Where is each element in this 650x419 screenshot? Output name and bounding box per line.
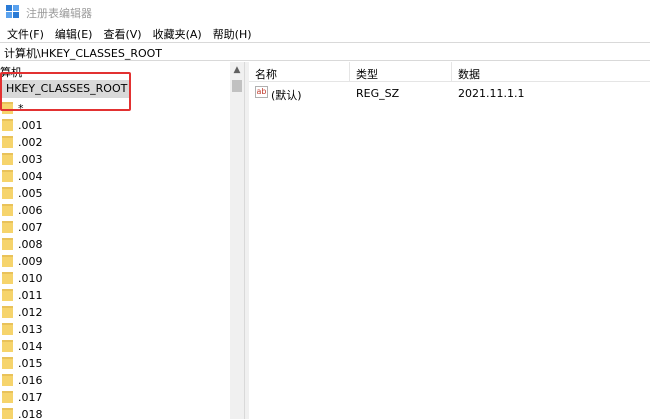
scroll-up-icon[interactable]: ▲ (232, 65, 242, 75)
tree-item-label: .012 (18, 306, 43, 319)
address-path: 计算机\HKEY_CLASSES_ROOT (4, 47, 163, 60)
menu-view[interactable]: 查看(V) (99, 24, 145, 42)
tree-item[interactable]: .008 (0, 236, 230, 253)
folder-icon (2, 221, 13, 233)
tree-item[interactable]: * (0, 100, 230, 117)
tree-children: * .001 .002 .003 .004 .005 .006 .007 .008 .009 .01… (0, 100, 230, 419)
tree-item-label: .004 (18, 170, 43, 183)
menu-edit[interactable]: 编辑(E) (51, 24, 97, 42)
title-bar: 注册表编辑器 (0, 0, 650, 24)
key-tree: 算机 HKEY_CLASSES_ROOT * .001 .002 .003 .004 .0… (0, 62, 230, 419)
value-list: 名称 类型 数据 ab (默认) REG_SZ 2021.11.1.1 (249, 62, 650, 419)
tree-item[interactable]: .001 (0, 117, 230, 134)
menu-file[interactable]: 文件(F) (3, 24, 48, 42)
folder-icon (2, 170, 13, 182)
folder-icon (2, 391, 13, 403)
tree-item-label: .003 (18, 153, 43, 166)
folder-icon (2, 272, 13, 284)
tree-item[interactable]: .016 (0, 372, 230, 389)
folder-icon (2, 289, 13, 301)
tree-item-label: .006 (18, 204, 43, 217)
tree-scrollbar[interactable]: ▲ (230, 62, 244, 419)
menu-bar: 文件(F) 编辑(E) 查看(V) 收藏夹(A) 帮助(H) (0, 24, 650, 42)
tree-item[interactable]: .017 (0, 389, 230, 406)
tree-item[interactable]: .015 (0, 355, 230, 372)
address-bar[interactable]: 计算机\HKEY_CLASSES_ROOT (0, 42, 650, 61)
folder-icon (2, 374, 13, 386)
list-header: 名称 类型 数据 (249, 62, 650, 82)
folder-icon (2, 323, 13, 335)
folder-icon (2, 340, 13, 352)
value-data: 2021.11.1.1 (458, 87, 525, 100)
tree-item-label: .008 (18, 238, 43, 251)
folder-icon (2, 102, 13, 114)
tree-item-label: .001 (18, 119, 43, 132)
value-type: REG_SZ (356, 87, 400, 100)
tree-item[interactable]: .004 (0, 168, 230, 185)
tree-item-label: .017 (18, 391, 43, 404)
tree-item-label: .014 (18, 340, 43, 353)
value-row[interactable]: ab (默认) REG_SZ 2021.11.1.1 (249, 84, 650, 102)
folder-icon (2, 119, 13, 131)
tree-item-label: * (18, 102, 24, 115)
tree-item-label: .009 (18, 255, 43, 268)
menu-favorites[interactable]: 收藏夹(A) (149, 24, 206, 42)
window-title: 注册表编辑器 (26, 7, 92, 20)
tree-root-computer[interactable]: 算机 (0, 64, 22, 80)
folder-icon (2, 408, 13, 419)
menu-help[interactable]: 帮助(H) (209, 24, 256, 42)
tree-item[interactable]: .013 (0, 321, 230, 338)
tree-item[interactable]: .018 (0, 406, 230, 419)
column-header-data[interactable]: 数据 (458, 66, 480, 82)
scroll-thumb[interactable] (232, 80, 242, 92)
tree-item-label: .016 (18, 374, 43, 387)
tree-item-label: .018 (18, 408, 43, 419)
tree-item-label: .005 (18, 187, 43, 200)
column-header-name[interactable]: 名称 (255, 66, 277, 82)
string-value-icon: ab (255, 86, 268, 98)
tree-item-label: .011 (18, 289, 43, 302)
tree-item[interactable]: .011 (0, 287, 230, 304)
tree-item[interactable]: .003 (0, 151, 230, 168)
tree-item[interactable]: .010 (0, 270, 230, 287)
tree-item[interactable]: .007 (0, 219, 230, 236)
column-header-type[interactable]: 类型 (356, 66, 378, 82)
folder-icon (2, 136, 13, 148)
registry-editor-icon (6, 5, 20, 19)
value-name: (默认) (271, 89, 302, 102)
tree-item-label: .010 (18, 272, 43, 285)
tree-item[interactable]: .005 (0, 185, 230, 202)
tree-item[interactable]: .009 (0, 253, 230, 270)
tree-item-label: .015 (18, 357, 43, 370)
tree-item-label: .002 (18, 136, 43, 149)
folder-icon (2, 238, 13, 250)
tree-item[interactable]: .006 (0, 202, 230, 219)
folder-icon (2, 153, 13, 165)
tree-item[interactable]: .002 (0, 134, 230, 151)
tree-node-hkey-classes-root[interactable]: HKEY_CLASSES_ROOT (2, 80, 132, 98)
folder-icon (2, 306, 13, 318)
folder-icon (2, 255, 13, 267)
folder-icon (2, 204, 13, 216)
folder-icon (2, 187, 13, 199)
tree-item[interactable]: .012 (0, 304, 230, 321)
folder-icon (2, 357, 13, 369)
tree-item-label: .013 (18, 323, 43, 336)
tree-item[interactable]: .014 (0, 338, 230, 355)
tree-item-label: .007 (18, 221, 43, 234)
